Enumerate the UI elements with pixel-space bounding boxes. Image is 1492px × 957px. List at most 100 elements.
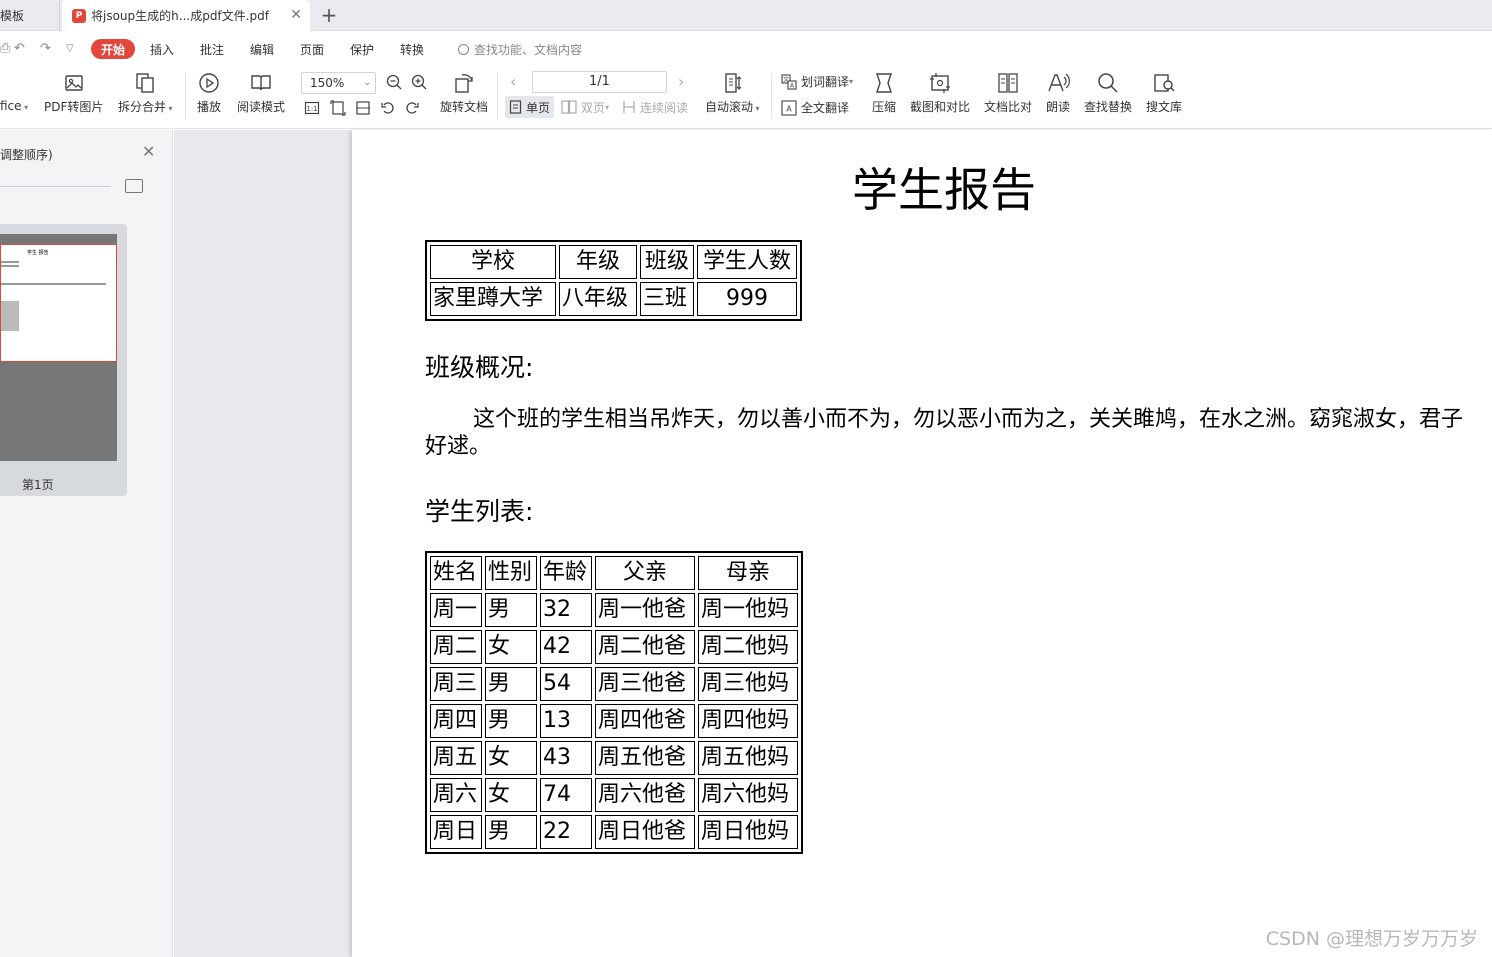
table-cell: 周二他妈 (698, 630, 798, 664)
zoom-select[interactable]: 150% ⌄ (301, 72, 376, 94)
full-translate-label: 全文翻译 (801, 101, 850, 115)
find-replace-button[interactable]: 查找替换 (1084, 71, 1132, 115)
table-cell: 八年级 (559, 282, 637, 316)
undo-icon[interactable]: ↶ (14, 41, 25, 56)
table-cell: 男 (485, 704, 537, 738)
double-page-button[interactable]: 双页 ▾ (561, 96, 609, 118)
search-box[interactable]: 查找功能、文档内容 (458, 41, 582, 58)
pdf-file-icon: P (72, 8, 86, 23)
image-icon[interactable] (125, 179, 143, 193)
thumbnail-panel: 调整顺序) ✕ 学生 报告 第1页 (0, 130, 173, 957)
rotate-left-icon[interactable] (380, 100, 396, 116)
menu-row: ⎙ ↶ ↷ ▽ 开始 插入 批注 编辑 页面 保护 转换 查找功能、文档内容 (0, 31, 1492, 67)
table-cell: 周三他妈 (698, 667, 798, 701)
full-translate-button[interactable]: A 全文翻译 (781, 99, 849, 116)
menu-insert[interactable]: 插入 (150, 41, 174, 58)
table-cell: 43 (540, 741, 592, 775)
page-label: 第1页 (22, 478, 54, 492)
table-cell: 周日他爸 (595, 815, 695, 849)
play-label: 播放 (197, 100, 222, 114)
doc-compare-button[interactable]: 文档比对 (984, 71, 1032, 115)
pdf-to-image-button[interactable]: PDF转图片 (44, 71, 103, 115)
page-number-input[interactable]: 1/1 (532, 71, 667, 93)
tab-bar: 模板 P 将jsoup生成的h...成pdf文件.pdf ✕ + (0, 0, 1492, 31)
menu-convert[interactable]: 转换 (400, 41, 424, 58)
table-cell: 家里蹲大学 (430, 282, 556, 316)
rotate-doc-label: 旋转文档 (440, 100, 489, 114)
auto-scroll-label: 自动滚动 (705, 100, 754, 114)
image-convert-icon (64, 75, 83, 91)
table-cell: 周日 (430, 815, 482, 849)
play-button[interactable]: 播放 (197, 71, 221, 115)
continuous-read-button[interactable]: 连续阅读 (622, 96, 688, 118)
tab-templates[interactable]: 模板 (0, 0, 60, 31)
document-title: 学生报告 (852, 163, 1036, 217)
table-cell: 周六他妈 (698, 778, 798, 812)
double-page-label: 双页 (581, 100, 606, 115)
zoom-value: 150% (310, 76, 345, 90)
pdf-to-image-label: PDF转图片 (44, 100, 104, 114)
single-page-button[interactable]: 单页 (505, 96, 555, 118)
toolbar-divider (771, 73, 772, 119)
tab-pdf-document[interactable]: P 将jsoup生成的h...成pdf文件.pdf ✕ (62, 0, 310, 31)
zoom-out-icon[interactable] (385, 73, 403, 91)
table-cell: 周六 (430, 778, 482, 812)
office-button[interactable]: fice ▾ (0, 99, 28, 113)
zoom-in-icon[interactable] (410, 73, 428, 91)
new-tab-button[interactable]: + (318, 3, 340, 27)
split-merge-button[interactable]: 拆分合并 ▾ (118, 71, 173, 115)
fit-page-icon[interactable] (330, 100, 346, 116)
double-page-icon (561, 100, 577, 114)
search-placeholder: 查找功能、文档内容 (474, 43, 583, 57)
table-cell: 周一他妈 (698, 593, 798, 627)
thumbnail-line (1, 261, 19, 263)
table-header-cell: 年龄 (540, 556, 592, 590)
fit-width-icon[interactable] (355, 100, 371, 116)
table-header-cell: 父亲 (595, 556, 695, 590)
redo-icon[interactable]: ↷ (40, 41, 51, 56)
svg-text:1:1: 1:1 (306, 105, 317, 113)
read-mode-label: 阅读模式 (237, 100, 286, 114)
table-cell: 周二 (430, 630, 482, 664)
next-page-icon[interactable]: › (678, 72, 684, 91)
table-cell: 周二他爸 (595, 630, 695, 664)
slider-track[interactable] (0, 186, 111, 187)
rotate-document-icon (455, 74, 473, 93)
table-row: 周六女 74 周六他爸 周六他妈 (430, 778, 798, 812)
screenshot-compare-button[interactable]: 截图和对比 (910, 71, 970, 115)
table-cell: 周四 (430, 704, 482, 738)
read-mode-button[interactable]: 阅读模式 (237, 71, 285, 115)
compress-button[interactable]: 压缩 (872, 71, 896, 115)
close-icon[interactable]: ✕ (290, 7, 302, 23)
table-cell: 女 (485, 741, 537, 775)
actual-size-icon[interactable]: 1:1 (304, 100, 320, 116)
compress-icon (876, 73, 892, 93)
customize-dropdown-icon[interactable]: ▽ (66, 43, 74, 54)
menu-annotate[interactable]: 批注 (200, 41, 224, 58)
menu-protect[interactable]: 保护 (350, 41, 374, 58)
table-cell: 13 (540, 704, 592, 738)
menu-page[interactable]: 页面 (300, 41, 324, 58)
table-header-cell: 性别 (485, 556, 537, 590)
auto-scroll-button[interactable]: 自动滚动 ▾ (705, 71, 760, 115)
document-viewport[interactable]: 学生报告 学校 年级 班级 学生人数 家里蹲大学 八年级 三班 999 班级概况… (174, 130, 1492, 957)
full-translate-icon: A (781, 99, 797, 116)
rotate-doc-button[interactable]: 旋转文档 (440, 71, 488, 115)
read-aloud-button[interactable]: 朗读 (1046, 71, 1070, 115)
page-thumbnail[interactable]: 学生 报告 第1页 (0, 224, 127, 496)
prev-page-icon[interactable]: ‹ (510, 72, 516, 91)
rotate-right-icon[interactable] (404, 100, 420, 116)
close-icon[interactable]: ✕ (142, 142, 155, 161)
search-library-button[interactable]: 搜文库 (1146, 71, 1182, 115)
menu-start[interactable]: 开始 (91, 39, 135, 59)
find-icon (1098, 73, 1118, 93)
doc-compare-label: 文档比对 (984, 100, 1033, 114)
save-icon[interactable]: ⎙ (0, 41, 10, 56)
search-icon (458, 44, 469, 55)
find-replace-label: 查找替换 (1084, 100, 1133, 114)
word-translate-button[interactable]: 文A 划词翻译 ▾ (781, 73, 853, 90)
toolbar-divider (497, 73, 498, 119)
menu-edit[interactable]: 编辑 (250, 41, 274, 58)
table-row: 学校 年级 班级 学生人数 (430, 245, 797, 279)
translate-icon: 文A (781, 73, 797, 90)
